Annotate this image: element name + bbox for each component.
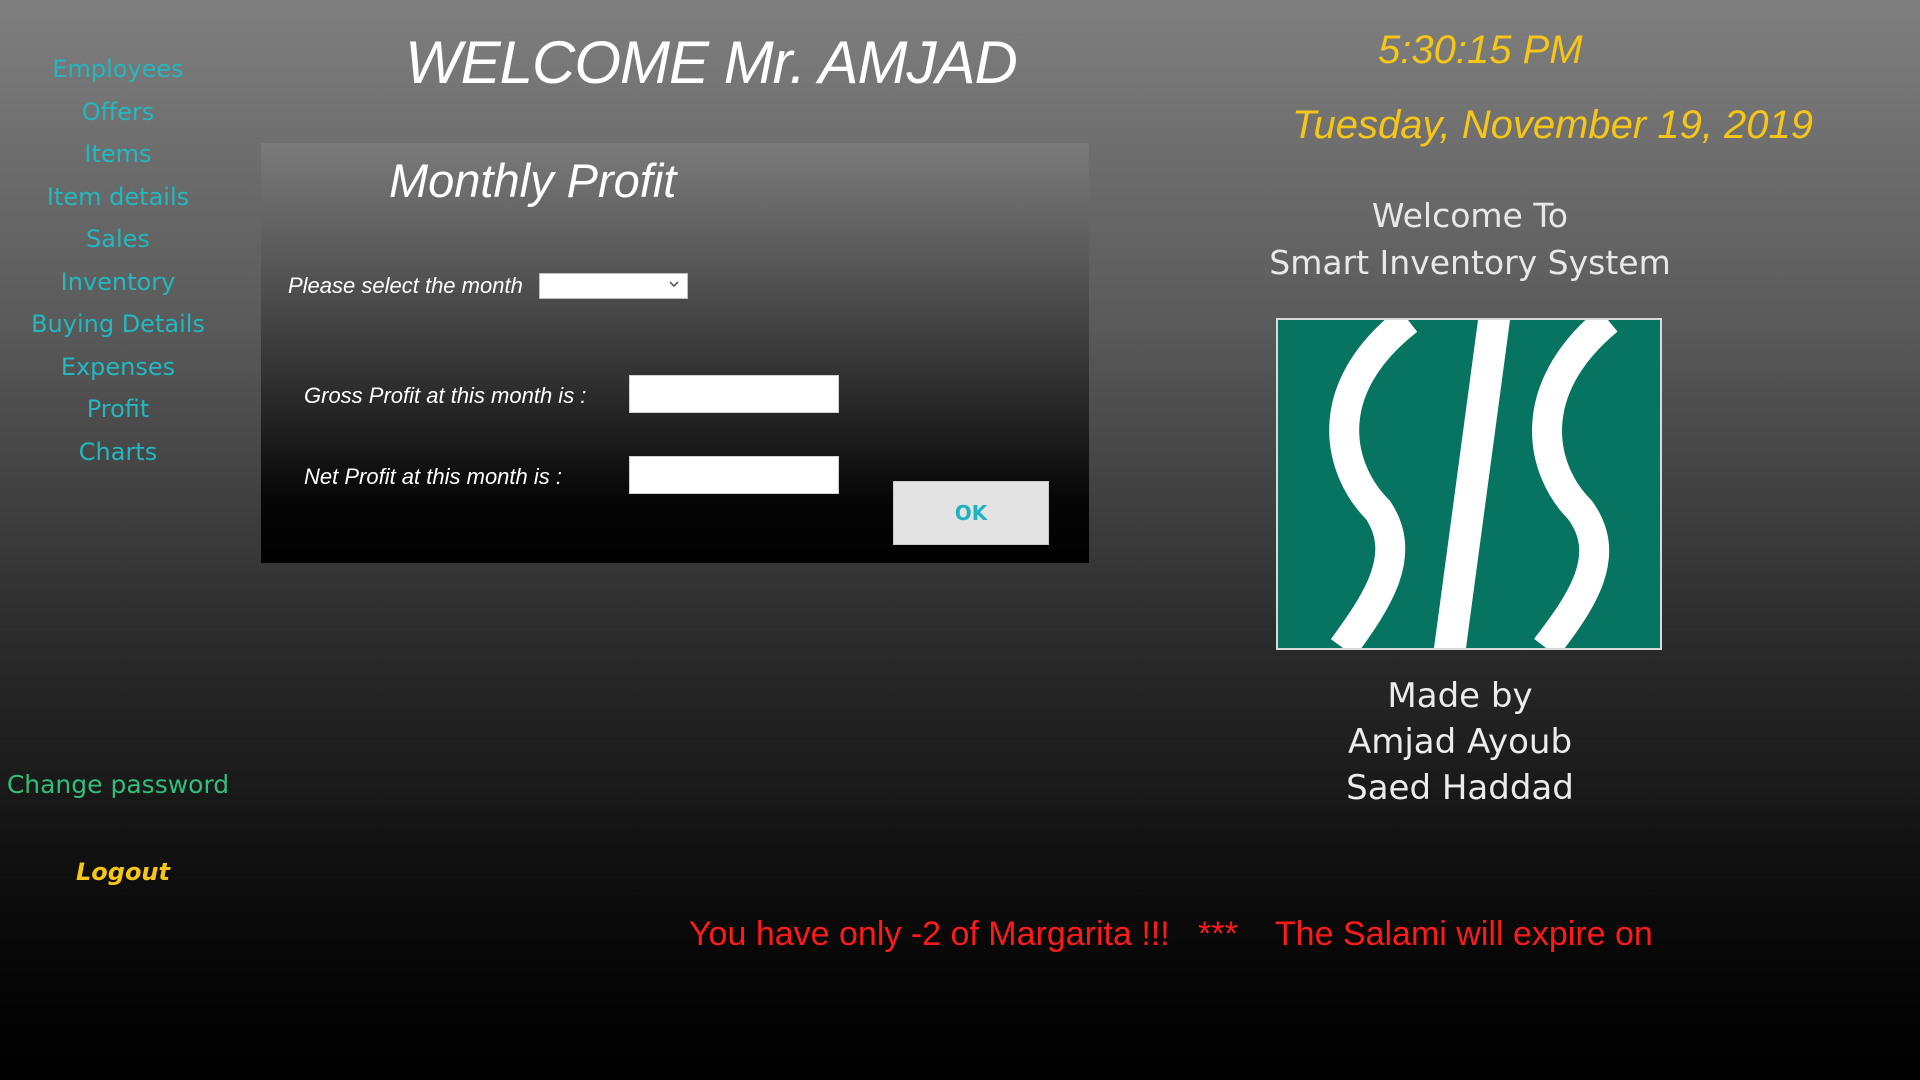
month-select-label: Please select the month [288,273,523,298]
system-welcome: Welcome To Smart Inventory System [1240,192,1700,286]
sidebar-item-charts[interactable]: Charts [0,431,236,474]
sidebar-item-profit[interactable]: Profit [0,388,236,431]
credits-heading: Made by [1387,676,1533,716]
month-select[interactable] [539,273,688,299]
monthly-profit-panel: Monthly Profit Please select the month G… [261,143,1089,563]
change-password-link[interactable]: Change password [0,770,236,799]
sidebar-item-items[interactable]: Items [0,133,236,176]
logout-link[interactable]: Logout [0,858,246,886]
sidebar-item-sales[interactable]: Sales [0,218,236,261]
chevron-down-icon [669,281,679,287]
welcome-line: Welcome To [1371,196,1569,235]
gross-profit-field[interactable] [629,375,839,413]
net-profit-label: Net Profit at this month is : [304,464,562,489]
sidebar-item-offers[interactable]: Offers [0,91,236,134]
ok-button[interactable]: OK [893,481,1049,545]
clock-time: 5:30:15 PM [1378,28,1583,72]
sidebar-item-item-details[interactable]: Item details [0,176,236,219]
sidebar-nav: Employees Offers Items Item details Sale… [0,48,236,473]
sis-logo [1276,318,1662,650]
current-date: Tuesday, November 19, 2019 [1292,103,1814,147]
sidebar-item-buying-details[interactable]: Buying Details [0,303,236,346]
sidebar-item-expenses[interactable]: Expenses [0,346,236,389]
net-profit-field[interactable] [629,456,839,494]
gross-profit-label: Gross Profit at this month is : [304,383,587,408]
sis-logo-graphic [1329,320,1618,648]
sidebar-item-inventory[interactable]: Inventory [0,261,236,304]
credits-author-1: Amjad Ayoub [1347,722,1573,762]
credits-author-2: Saed Haddad [1346,768,1574,808]
alert-ticker: You have only -2 of Margarita !!! *** Th… [689,915,1653,953]
credits: Made by Amjad Ayoub Saed Haddad [1240,673,1680,811]
panel-title: Monthly Profit [389,154,677,207]
system-name: Smart Inventory System [1269,243,1671,282]
welcome-title: WELCOME Mr. AMJAD [405,29,1018,96]
sidebar-item-employees[interactable]: Employees [0,48,236,91]
